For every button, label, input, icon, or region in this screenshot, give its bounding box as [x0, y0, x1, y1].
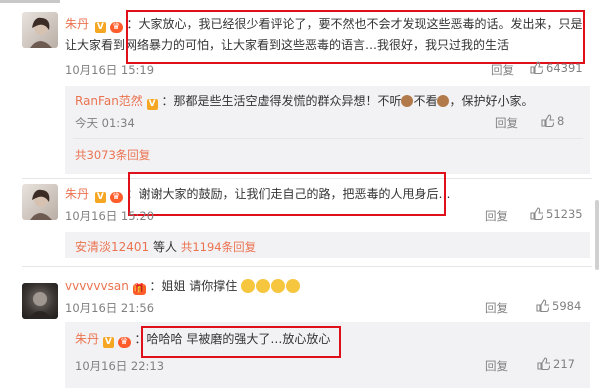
- comment-time: 10月16日 21:56: [65, 301, 155, 315]
- like-count: 217: [553, 357, 575, 371]
- comment-time: 10月16日 15:20: [65, 209, 155, 223]
- verified-v-icon: V: [146, 99, 158, 110]
- reply-username[interactable]: RanFan范然: [75, 94, 143, 108]
- reply-button[interactable]: 回复: [491, 62, 514, 78]
- reply-time: 10月16日 22:13: [75, 359, 165, 373]
- reply-time: 今天 01:34: [75, 116, 135, 130]
- others-label: 等人: [149, 240, 181, 254]
- comment-username[interactable]: vvvvvvsan: [65, 279, 129, 293]
- thumbs-up-icon: [541, 114, 554, 127]
- scrollbar[interactable]: [595, 200, 599, 270]
- reply-thread: 安清淡12401 等人 共1194条回复: [65, 232, 590, 258]
- verified-v-icon: V: [94, 22, 106, 33]
- like-count: 8: [557, 114, 565, 128]
- comment-username[interactable]: 朱丹: [65, 17, 89, 31]
- comment-text: ：姐姐 请你撑住: [149, 279, 238, 293]
- highlight-box: [141, 326, 341, 358]
- reply-button[interactable]: 回复: [495, 115, 518, 131]
- like-count: 64391: [546, 61, 583, 75]
- highlight-box: [126, 10, 585, 64]
- avatar-portrait: [30, 17, 52, 48]
- more-replies-link[interactable]: 共1194条回复: [181, 240, 256, 254]
- comment-body: vvvvvvsan 🎁 ：姐姐 请你撑住: [65, 275, 301, 297]
- more-replies-link[interactable]: 共3073条回复: [75, 147, 150, 163]
- reply-button[interactable]: 回复: [485, 358, 508, 374]
- like-button[interactable]: 64391: [530, 61, 583, 75]
- like-button[interactable]: 51235: [530, 207, 583, 221]
- monkey-emoji-icon: [401, 95, 414, 107]
- thumbs-up-icon: [530, 61, 543, 74]
- crown-icon: ♛: [109, 192, 123, 203]
- verified-v-icon: V: [94, 192, 106, 203]
- crying-emoji-icon: [271, 279, 286, 293]
- comment-username[interactable]: 朱丹: [65, 187, 89, 201]
- avatar-portrait: [30, 189, 52, 220]
- like-count: 51235: [546, 207, 583, 221]
- like-button[interactable]: 217: [537, 357, 575, 371]
- reply-body: RanFan范然 V ：那都是些生活空虚得发慌的群众异想！不听 不看 ，保护好小家。: [75, 92, 534, 110]
- more-replies-row: 安清淡12401 等人 共1194条回复: [75, 238, 256, 255]
- comment-divider: [22, 266, 592, 267]
- crown-icon: ♛: [109, 22, 123, 33]
- reply-button[interactable]: 回复: [485, 208, 508, 224]
- reply-text-end: ，保护好小家。: [449, 94, 534, 108]
- thumbs-up-icon: [530, 207, 543, 220]
- comment-time: 10月16日 15:19: [65, 63, 155, 77]
- reply-button[interactable]: 回复: [485, 300, 508, 316]
- reply-username[interactable]: 安清淡12401: [75, 240, 149, 254]
- reply-text: ：那都是些生活空虚得发慌的群众异想！不听: [161, 94, 402, 108]
- crying-emoji-icon: [256, 279, 271, 293]
- crown-icon: ♛: [117, 337, 131, 348]
- reply-thread: RanFan范然 V ：那都是些生活空虚得发慌的群众异想！不听 不看 ，保护好小家。…: [65, 86, 590, 174]
- monkey-emoji-icon: [437, 95, 450, 107]
- top-divider: [0, 0, 60, 3]
- avatar[interactable]: [22, 283, 58, 319]
- crying-emoji-icon: [241, 279, 256, 293]
- verified-v-icon: V: [102, 337, 114, 348]
- avatar[interactable]: [22, 12, 58, 48]
- highlight-box: [128, 172, 446, 216]
- avatar-portrait: [28, 292, 52, 319]
- like-count: 5984: [552, 299, 582, 313]
- like-button[interactable]: 5984: [536, 299, 581, 313]
- reply-username[interactable]: 朱丹: [75, 332, 99, 346]
- like-button[interactable]: 8: [541, 114, 564, 128]
- avatar[interactable]: [22, 184, 58, 220]
- gift-icon: 🎁: [132, 284, 146, 295]
- thumbs-up-icon: [536, 299, 549, 312]
- crying-emoji-icon: [286, 279, 301, 293]
- reply-text-cont: 不看: [413, 94, 438, 108]
- thumbs-up-icon: [537, 357, 550, 370]
- divider: [73, 138, 583, 139]
